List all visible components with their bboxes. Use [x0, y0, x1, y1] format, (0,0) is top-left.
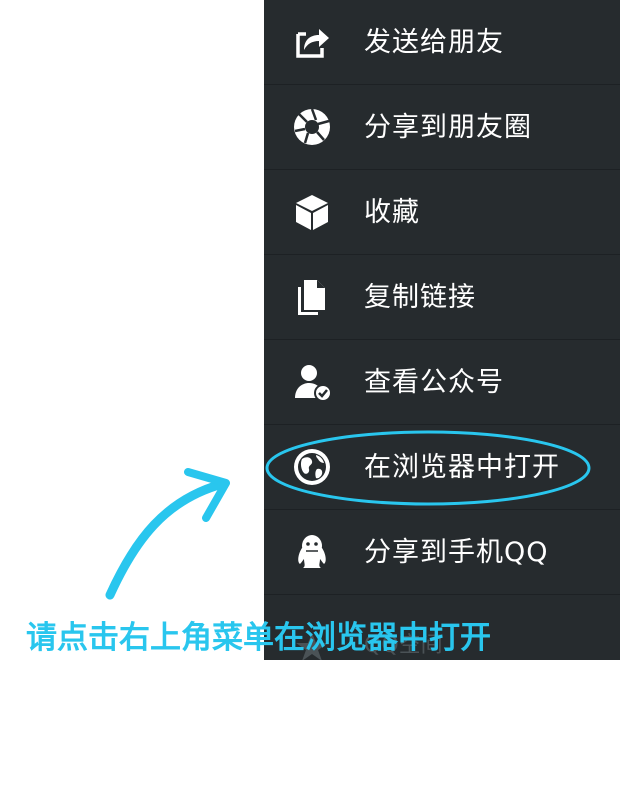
instruction-hint-text: 请点击右上角菜单在浏览器中打开: [26, 620, 491, 656]
arrow-head: [184, 468, 230, 522]
cube-icon: [292, 192, 332, 232]
menu-item-label: 在浏览器中打开: [364, 452, 560, 483]
menu-item-view-official-account[interactable]: 查看公众号: [264, 340, 620, 425]
qq-penguin-icon: [292, 532, 332, 572]
menu-item-share-qq[interactable]: 分享到手机QQ: [264, 510, 620, 595]
menu-item-share-moments[interactable]: 分享到朋友圈: [264, 85, 620, 170]
menu-item-open-in-browser[interactable]: 在浏览器中打开: [264, 425, 620, 510]
menu-item-label: 收藏: [364, 197, 420, 228]
arrow-shaft: [105, 479, 227, 600]
person-check-icon: [292, 362, 332, 402]
share-menu: 发送给朋友 分享到朋友圈 收藏 复制链接 查看公众号 在浏览器中打开 分享到手机…: [264, 0, 620, 660]
aperture-icon: [292, 107, 332, 147]
menu-item-label: 分享到手机QQ: [364, 537, 549, 568]
menu-item-label: 复制链接: [364, 282, 476, 313]
menu-item-label: 查看公众号: [364, 367, 504, 398]
menu-item-label: 发送给朋友: [364, 27, 504, 58]
share-arrow-icon: [292, 22, 332, 62]
globe-icon: [292, 447, 332, 487]
menu-item-favorite[interactable]: 收藏: [264, 170, 620, 255]
menu-item-send-to-friend[interactable]: 发送给朋友: [264, 0, 620, 85]
menu-item-copy-link[interactable]: 复制链接: [264, 255, 620, 340]
menu-item-label: 分享到朋友圈: [364, 112, 532, 143]
page: 发送给朋友 分享到朋友圈 收藏 复制链接 查看公众号 在浏览器中打开 分享到手机…: [0, 0, 640, 810]
copy-document-icon: [292, 277, 332, 317]
